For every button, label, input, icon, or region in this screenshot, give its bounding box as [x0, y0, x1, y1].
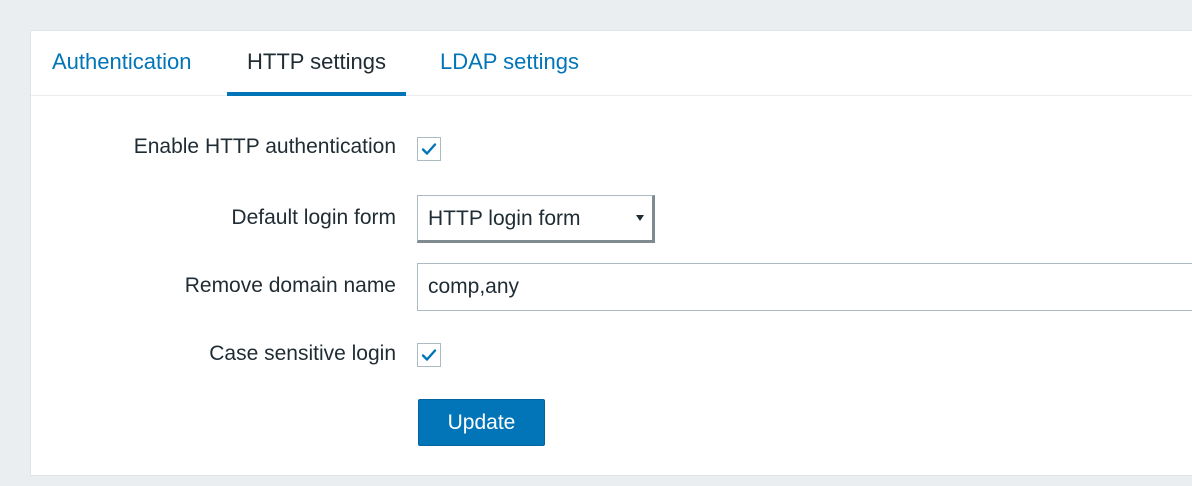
update-button[interactable]: Update	[418, 399, 545, 446]
enable-http-auth-label: Enable HTTP authentication	[133, 135, 396, 158]
check-icon	[421, 349, 437, 361]
case-sensitive-login-checkbox[interactable]	[417, 343, 441, 367]
tab-bar: Authentication HTTP settings LDAP settin…	[31, 31, 1192, 96]
caret-down-icon	[636, 215, 644, 221]
remove-domain-name-label: Remove domain name	[184, 274, 396, 297]
check-icon	[421, 143, 437, 155]
default-login-form-label: Default login form	[231, 206, 396, 229]
remove-domain-name-input[interactable]	[417, 263, 1192, 311]
tab-ldap-settings[interactable]: LDAP settings	[440, 31, 579, 95]
enable-http-auth-checkbox[interactable]	[417, 137, 441, 161]
default-login-form-value: HTTP login form	[428, 207, 581, 230]
tab-http-settings[interactable]: HTTP settings	[227, 31, 406, 96]
tab-authentication[interactable]: Authentication	[52, 31, 191, 95]
case-sensitive-login-label: Case sensitive login	[209, 342, 396, 365]
http-settings-panel: Authentication HTTP settings LDAP settin…	[30, 30, 1192, 476]
default-login-form-select[interactable]: HTTP login form	[417, 195, 655, 243]
